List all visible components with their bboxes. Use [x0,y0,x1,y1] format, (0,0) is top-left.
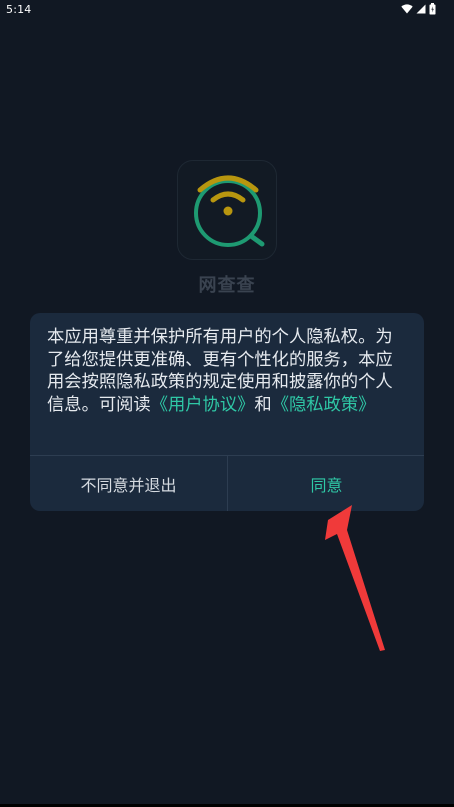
wifi-icon [401,4,413,14]
disagree-exit-button[interactable]: 不同意并退出 [30,456,227,511]
dialog-message-and: 和 [254,394,272,415]
app-logo [177,160,277,260]
battery-icon [429,3,436,15]
status-bar: 5:14 [0,0,454,18]
privacy-dialog: 本应用尊重并保护所有用户的个人隐私权。为了给您提供更准确、更有个性化的服务，本应… [30,313,424,511]
status-icons [401,3,436,15]
privacy-policy-link[interactable]: 《隐私政策》 [272,395,376,415]
agree-button[interactable]: 同意 [228,456,424,511]
dialog-message: 本应用尊重并保护所有用户的个人隐私权。为了给您提供更准确、更有个性化的服务，本应… [47,326,409,416]
app-name: 网查查 [198,275,256,296]
user-agreement-link[interactable]: 《用户协议》 [151,395,255,415]
wifi-search-icon [194,175,265,247]
app-screen: 5:14 网查查 本应用尊重并保护所有用户的个人隐私权。为了给您提供更准确、更有… [0,0,454,807]
status-time: 5:14 [6,3,32,16]
cellular-signal-icon [416,4,426,14]
